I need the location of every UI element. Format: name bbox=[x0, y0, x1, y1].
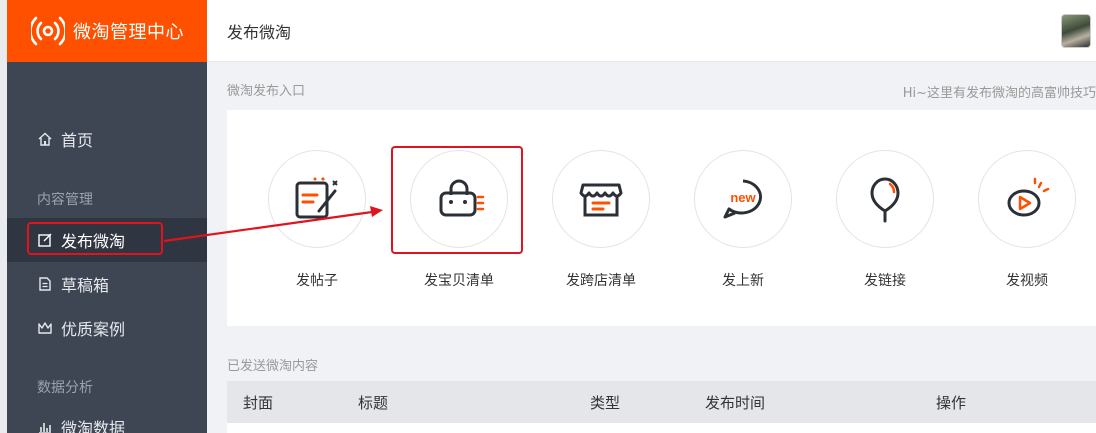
highlight-box-sidebar bbox=[27, 222, 163, 255]
entry-label: 发跨店清单 bbox=[566, 273, 636, 289]
entry-label: 发链接 bbox=[864, 273, 906, 289]
sidebar-item-label: 优质案例 bbox=[61, 320, 126, 339]
highlight-box-entry bbox=[391, 146, 523, 254]
write-post-icon bbox=[295, 177, 338, 219]
store-icon bbox=[579, 183, 623, 217]
sidebar-item-label: 首页 bbox=[61, 131, 94, 150]
balloon-icon bbox=[870, 177, 900, 223]
section-label-sent: 已发送微淘内容 bbox=[227, 359, 319, 374]
sidebar-item-drafts[interactable]: 草稿箱 bbox=[7, 262, 207, 306]
entry-circle bbox=[978, 150, 1076, 248]
new-badge-icon: new bbox=[723, 179, 762, 219]
top-bar: 发布微淘 bbox=[207, 0, 1096, 62]
column-header-cover: 封面 bbox=[243, 393, 274, 412]
crown-icon bbox=[38, 322, 52, 334]
app-title: 微淘管理中心 bbox=[73, 22, 184, 43]
broadcast-logo-icon bbox=[31, 16, 65, 46]
sidebar-item-label: 微淘数据 bbox=[61, 419, 126, 433]
entry-link[interactable]: 发链接 bbox=[825, 150, 945, 290]
nav-group-content: 内容管理 bbox=[37, 192, 93, 208]
column-header-title: 标题 bbox=[358, 393, 389, 412]
entry-label: 发帖子 bbox=[296, 273, 338, 289]
sidebar-item-home[interactable]: 首页 bbox=[7, 117, 207, 161]
entry-circle bbox=[552, 150, 650, 248]
column-header-actions: 操作 bbox=[936, 393, 967, 412]
page-title: 发布微淘 bbox=[227, 22, 292, 42]
entry-video[interactable]: 发视频 bbox=[967, 150, 1087, 290]
home-icon bbox=[38, 132, 52, 146]
entry-new-arrival[interactable]: new 发上新 bbox=[683, 150, 803, 290]
column-header-publish-time: 发布时间 bbox=[705, 393, 766, 412]
brand-header[interactable]: 微淘管理中心 bbox=[7, 0, 207, 62]
nav-group-data: 数据分析 bbox=[37, 380, 93, 396]
entry-circle bbox=[836, 150, 934, 248]
new-badge-text: new bbox=[730, 190, 756, 205]
app-window: 微淘管理中心 首页 内容管理 发布微淘 草稿箱 优质案例 数据分析 微淘数据 发… bbox=[7, 0, 1096, 433]
entry-circle: new bbox=[694, 150, 792, 248]
sidebar: 微淘管理中心 首页 内容管理 发布微淘 草稿箱 优质案例 数据分析 微淘数据 bbox=[7, 0, 207, 433]
entry-cross-store-list[interactable]: 发跨店清单 bbox=[541, 150, 661, 290]
bar-chart-icon bbox=[39, 423, 51, 433]
entry-post[interactable]: 发帖子 bbox=[257, 150, 377, 290]
entry-label: 发视频 bbox=[1006, 273, 1048, 289]
video-icon bbox=[1007, 177, 1050, 217]
table-row bbox=[227, 423, 1096, 433]
avatar[interactable] bbox=[1061, 14, 1091, 48]
table-header: 封面 标题 类型 发布时间 操作 bbox=[227, 381, 1096, 423]
hint-link[interactable]: Hi~这里有发布微淘的高富帅技巧 bbox=[903, 82, 1096, 101]
sidebar-item-data[interactable]: 微淘数据 bbox=[7, 405, 207, 433]
section-label-publish: 微淘发布入口 bbox=[227, 84, 306, 99]
entry-circle bbox=[268, 150, 366, 248]
entry-label: 发上新 bbox=[722, 273, 764, 289]
entry-label: 发宝贝清单 bbox=[424, 273, 494, 289]
publish-entry-panel: 发帖子 发宝贝清单 发跨店清单 new 发上新 发链接 发视频 bbox=[227, 110, 1096, 326]
document-icon bbox=[39, 277, 51, 291]
sidebar-item-label: 草稿箱 bbox=[61, 276, 110, 295]
sidebar-item-cases[interactable]: 优质案例 bbox=[7, 306, 207, 350]
column-header-type: 类型 bbox=[590, 393, 621, 412]
